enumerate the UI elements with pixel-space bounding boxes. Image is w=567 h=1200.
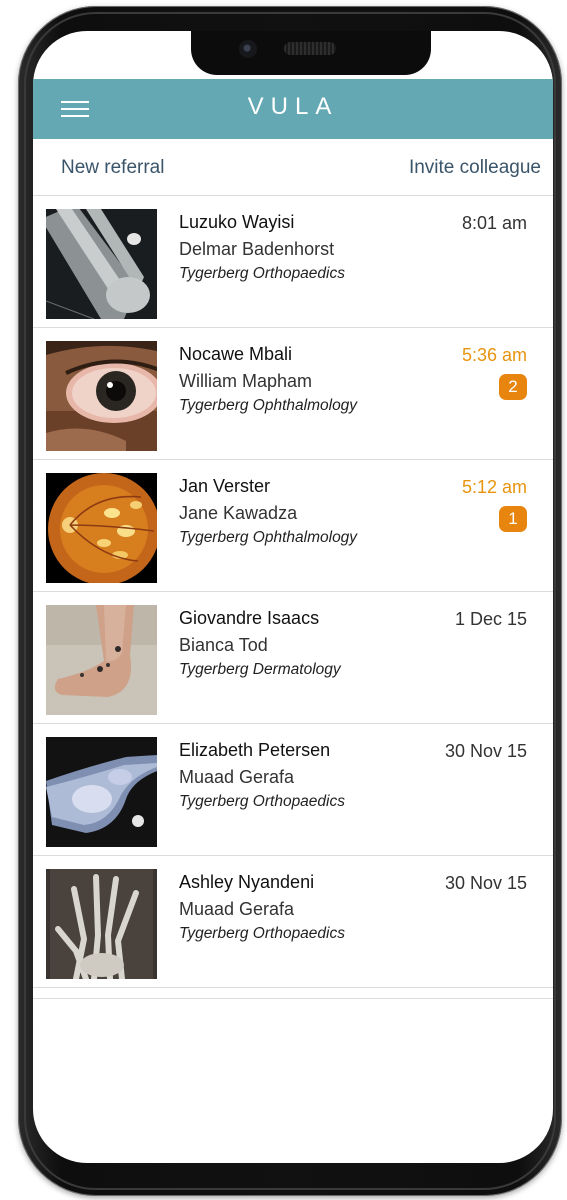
referral-thumbnail — [46, 209, 157, 319]
department: Tygerberg Dermatology — [179, 661, 341, 678]
referral-row[interactable]: Nocawe Mbali William Mapham Tygerberg Op… — [33, 328, 553, 460]
patient-name: Nocawe Mbali — [179, 344, 293, 364]
timestamp: 8:01 am — [461, 213, 527, 233]
action-bar: New referral Invite colleague — [33, 139, 553, 196]
department: Tygerberg Ophthalmology — [179, 529, 358, 546]
patient-name: Ashley Nyandeni — [179, 872, 315, 892]
referral-row[interactable]: Ashley Nyandeni Muaad Gerafa Tygerberg O… — [33, 856, 553, 988]
timestamp: 5:36 am — [461, 345, 527, 365]
referral-row[interactable]: Luzuko Wayisi Delmar Badenhorst Tygerber… — [33, 196, 553, 328]
referring-doctor: Muaad Gerafa — [179, 899, 295, 919]
referral-row[interactable]: Jan Verster Jane Kawadza Tygerberg Ophth… — [33, 460, 553, 592]
referring-doctor: Delmar Badenhorst — [179, 239, 335, 259]
department: Tygerberg Orthopaedics — [179, 265, 345, 282]
screen: VULA New referral Invite colleague Luzuk… — [33, 31, 553, 1163]
referral-list: Luzuko Wayisi Delmar Badenhorst Tygerber… — [33, 196, 553, 999]
phone-frame: VULA New referral Invite colleague Luzuk… — [18, 6, 562, 1196]
app-title: VULA — [247, 93, 339, 120]
app-header: VULA — [33, 79, 553, 139]
referring-doctor: Bianca Tod — [179, 635, 268, 655]
unread-count-badge: 1 — [499, 506, 527, 532]
camera-icon — [239, 40, 257, 58]
patient-name: Giovandre Isaacs — [179, 608, 320, 628]
timestamp: 5:12 am — [461, 477, 527, 497]
patient-name: Elizabeth Petersen — [179, 740, 331, 760]
referral-thumbnail — [46, 341, 157, 451]
patient-name: Jan Verster — [179, 476, 271, 496]
referring-doctor: Muaad Gerafa — [179, 767, 295, 787]
new-referral-link[interactable]: New referral — [61, 157, 164, 179]
timestamp: 30 Nov 15 — [444, 873, 527, 893]
unread-count-badge: 2 — [499, 374, 527, 400]
referral-row[interactable]: Giovandre Isaacs Bianca Tod Tygerberg De… — [33, 592, 553, 724]
timestamp: 30 Nov 15 — [444, 741, 527, 761]
referring-doctor: Jane Kawadza — [179, 503, 298, 523]
list-end-divider — [33, 988, 553, 999]
timestamp: 1 Dec 15 — [454, 609, 527, 629]
department: Tygerberg Orthopaedics — [179, 925, 345, 942]
department: Tygerberg Ophthalmology — [179, 397, 358, 414]
referral-thumbnail — [46, 869, 157, 979]
patient-name: Luzuko Wayisi — [179, 212, 295, 232]
department: Tygerberg Orthopaedics — [179, 793, 345, 810]
referral-thumbnail — [46, 473, 157, 583]
referral-row[interactable]: Elizabeth Petersen Muaad Gerafa Tygerber… — [33, 724, 553, 856]
referral-thumbnail — [46, 737, 157, 847]
referral-thumbnail — [46, 605, 157, 715]
referring-doctor: William Mapham — [179, 371, 313, 391]
phone-notch — [191, 31, 431, 75]
speaker-grille — [284, 42, 336, 55]
invite-colleague-link[interactable]: Invite colleague — [409, 157, 541, 179]
